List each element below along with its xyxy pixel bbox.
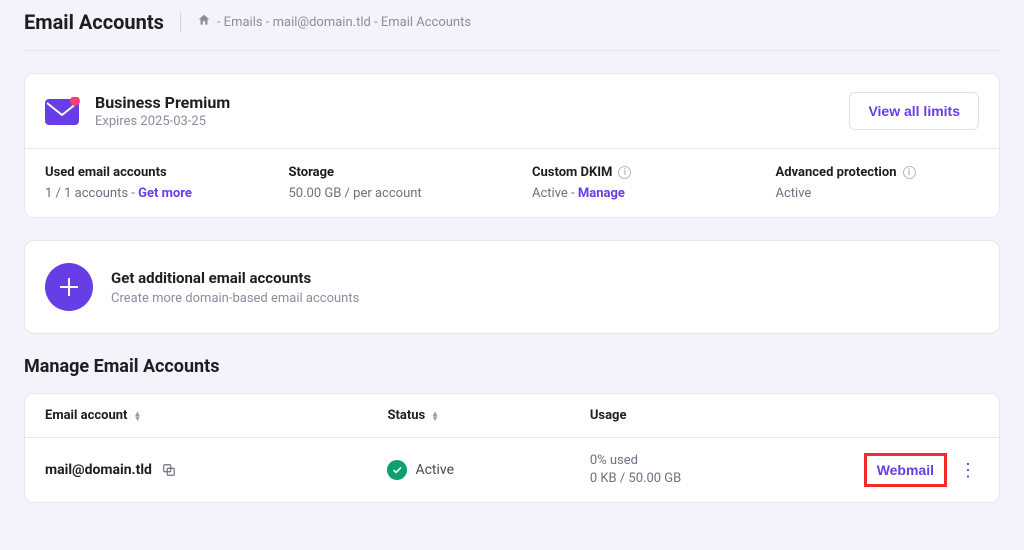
plan-used-accounts: Used email accounts 1 / 1 accounts - Get… xyxy=(25,149,269,217)
info-icon[interactable]: i xyxy=(903,166,916,179)
column-usage: Usage xyxy=(590,408,839,423)
plan-expiry: Expires 2025-03-25 xyxy=(95,114,230,129)
plan-protection: Advanced protection i Active xyxy=(756,149,1000,217)
sort-icon: ▲▼ xyxy=(133,411,141,421)
column-status[interactable]: Status ▲▼ xyxy=(387,408,589,423)
manage-section-title: Manage Email Accounts xyxy=(24,356,1000,377)
usage-percent: 0% used xyxy=(590,452,839,470)
sort-icon: ▲▼ xyxy=(431,411,439,421)
email-address: mail@domain.tld xyxy=(45,462,152,478)
add-title: Get additional email accounts xyxy=(111,269,359,287)
webmail-button[interactable]: Webmail xyxy=(864,453,947,487)
plan-used-title: Used email accounts xyxy=(45,165,249,180)
email-cell: mail@domain.tld xyxy=(45,462,387,478)
plan-dkim-body: Active - Manage xyxy=(532,186,736,201)
add-subtitle: Create more domain-based email accounts xyxy=(111,291,359,306)
breadcrumb[interactable]: - Emails - mail@domain.tld - Email Accou… xyxy=(197,13,471,31)
plan-storage-value: 50.00 GB / per account xyxy=(289,186,493,201)
plan-storage: Storage 50.00 GB / per account xyxy=(269,149,513,217)
divider xyxy=(180,12,181,32)
plan-stats: Used email accounts 1 / 1 accounts - Get… xyxy=(25,148,999,217)
plan-text: Business Premium Expires 2025-03-25 xyxy=(95,93,230,129)
add-account-button[interactable] xyxy=(45,263,93,311)
more-actions-icon[interactable]: ⋮ xyxy=(957,460,979,481)
get-more-link[interactable]: Get more xyxy=(138,186,192,201)
plan-used-body: 1 / 1 accounts - Get more xyxy=(45,186,249,201)
page-header: Email Accounts - Emails - mail@domain.tl… xyxy=(24,10,1000,51)
plan-dkim: Custom DKIM i Active - Manage xyxy=(512,149,756,217)
mail-icon xyxy=(45,97,81,125)
status-cell: Active xyxy=(387,460,589,480)
copy-icon[interactable] xyxy=(162,463,176,477)
manage-dkim-link[interactable]: Manage xyxy=(578,186,625,201)
column-email[interactable]: Email account ▲▼ xyxy=(45,408,387,423)
home-icon[interactable] xyxy=(197,13,211,31)
table-row: mail@domain.tld Active 0% used 0 KB / 50… xyxy=(25,438,999,502)
plan-summary: Business Premium Expires 2025-03-25 View… xyxy=(25,74,999,148)
check-icon xyxy=(387,460,407,480)
plan-name: Business Premium xyxy=(95,93,230,112)
actions-cell: Webmail ⋮ xyxy=(839,453,979,487)
breadcrumb-text: - Emails - mail@domain.tld - Email Accou… xyxy=(217,15,471,30)
accounts-table: Email account ▲▼ Status ▲▼ Usage mail@do… xyxy=(24,393,1000,503)
usage-cell: 0% used 0 KB / 50.00 GB xyxy=(590,452,839,488)
usage-bytes: 0 KB / 50.00 GB xyxy=(590,470,839,488)
plan-protection-status: Active xyxy=(776,186,980,201)
plan-used-value: 1 / 1 accounts - xyxy=(45,186,138,201)
add-text: Get additional email accounts Create mor… xyxy=(111,269,359,306)
table-header: Email account ▲▼ Status ▲▼ Usage xyxy=(25,394,999,438)
plan-protection-title: Advanced protection i xyxy=(776,165,980,180)
view-all-limits-button[interactable]: View all limits xyxy=(849,92,979,130)
status-text: Active xyxy=(415,462,454,478)
page-title: Email Accounts xyxy=(24,10,164,34)
info-icon[interactable]: i xyxy=(618,166,631,179)
plan-storage-title: Storage xyxy=(289,165,493,180)
plan-dkim-status: Active - xyxy=(532,186,578,201)
plan-dkim-title: Custom DKIM i xyxy=(532,165,736,180)
plan-card: Business Premium Expires 2025-03-25 View… xyxy=(24,73,1000,218)
add-accounts-card: Get additional email accounts Create mor… xyxy=(24,240,1000,334)
